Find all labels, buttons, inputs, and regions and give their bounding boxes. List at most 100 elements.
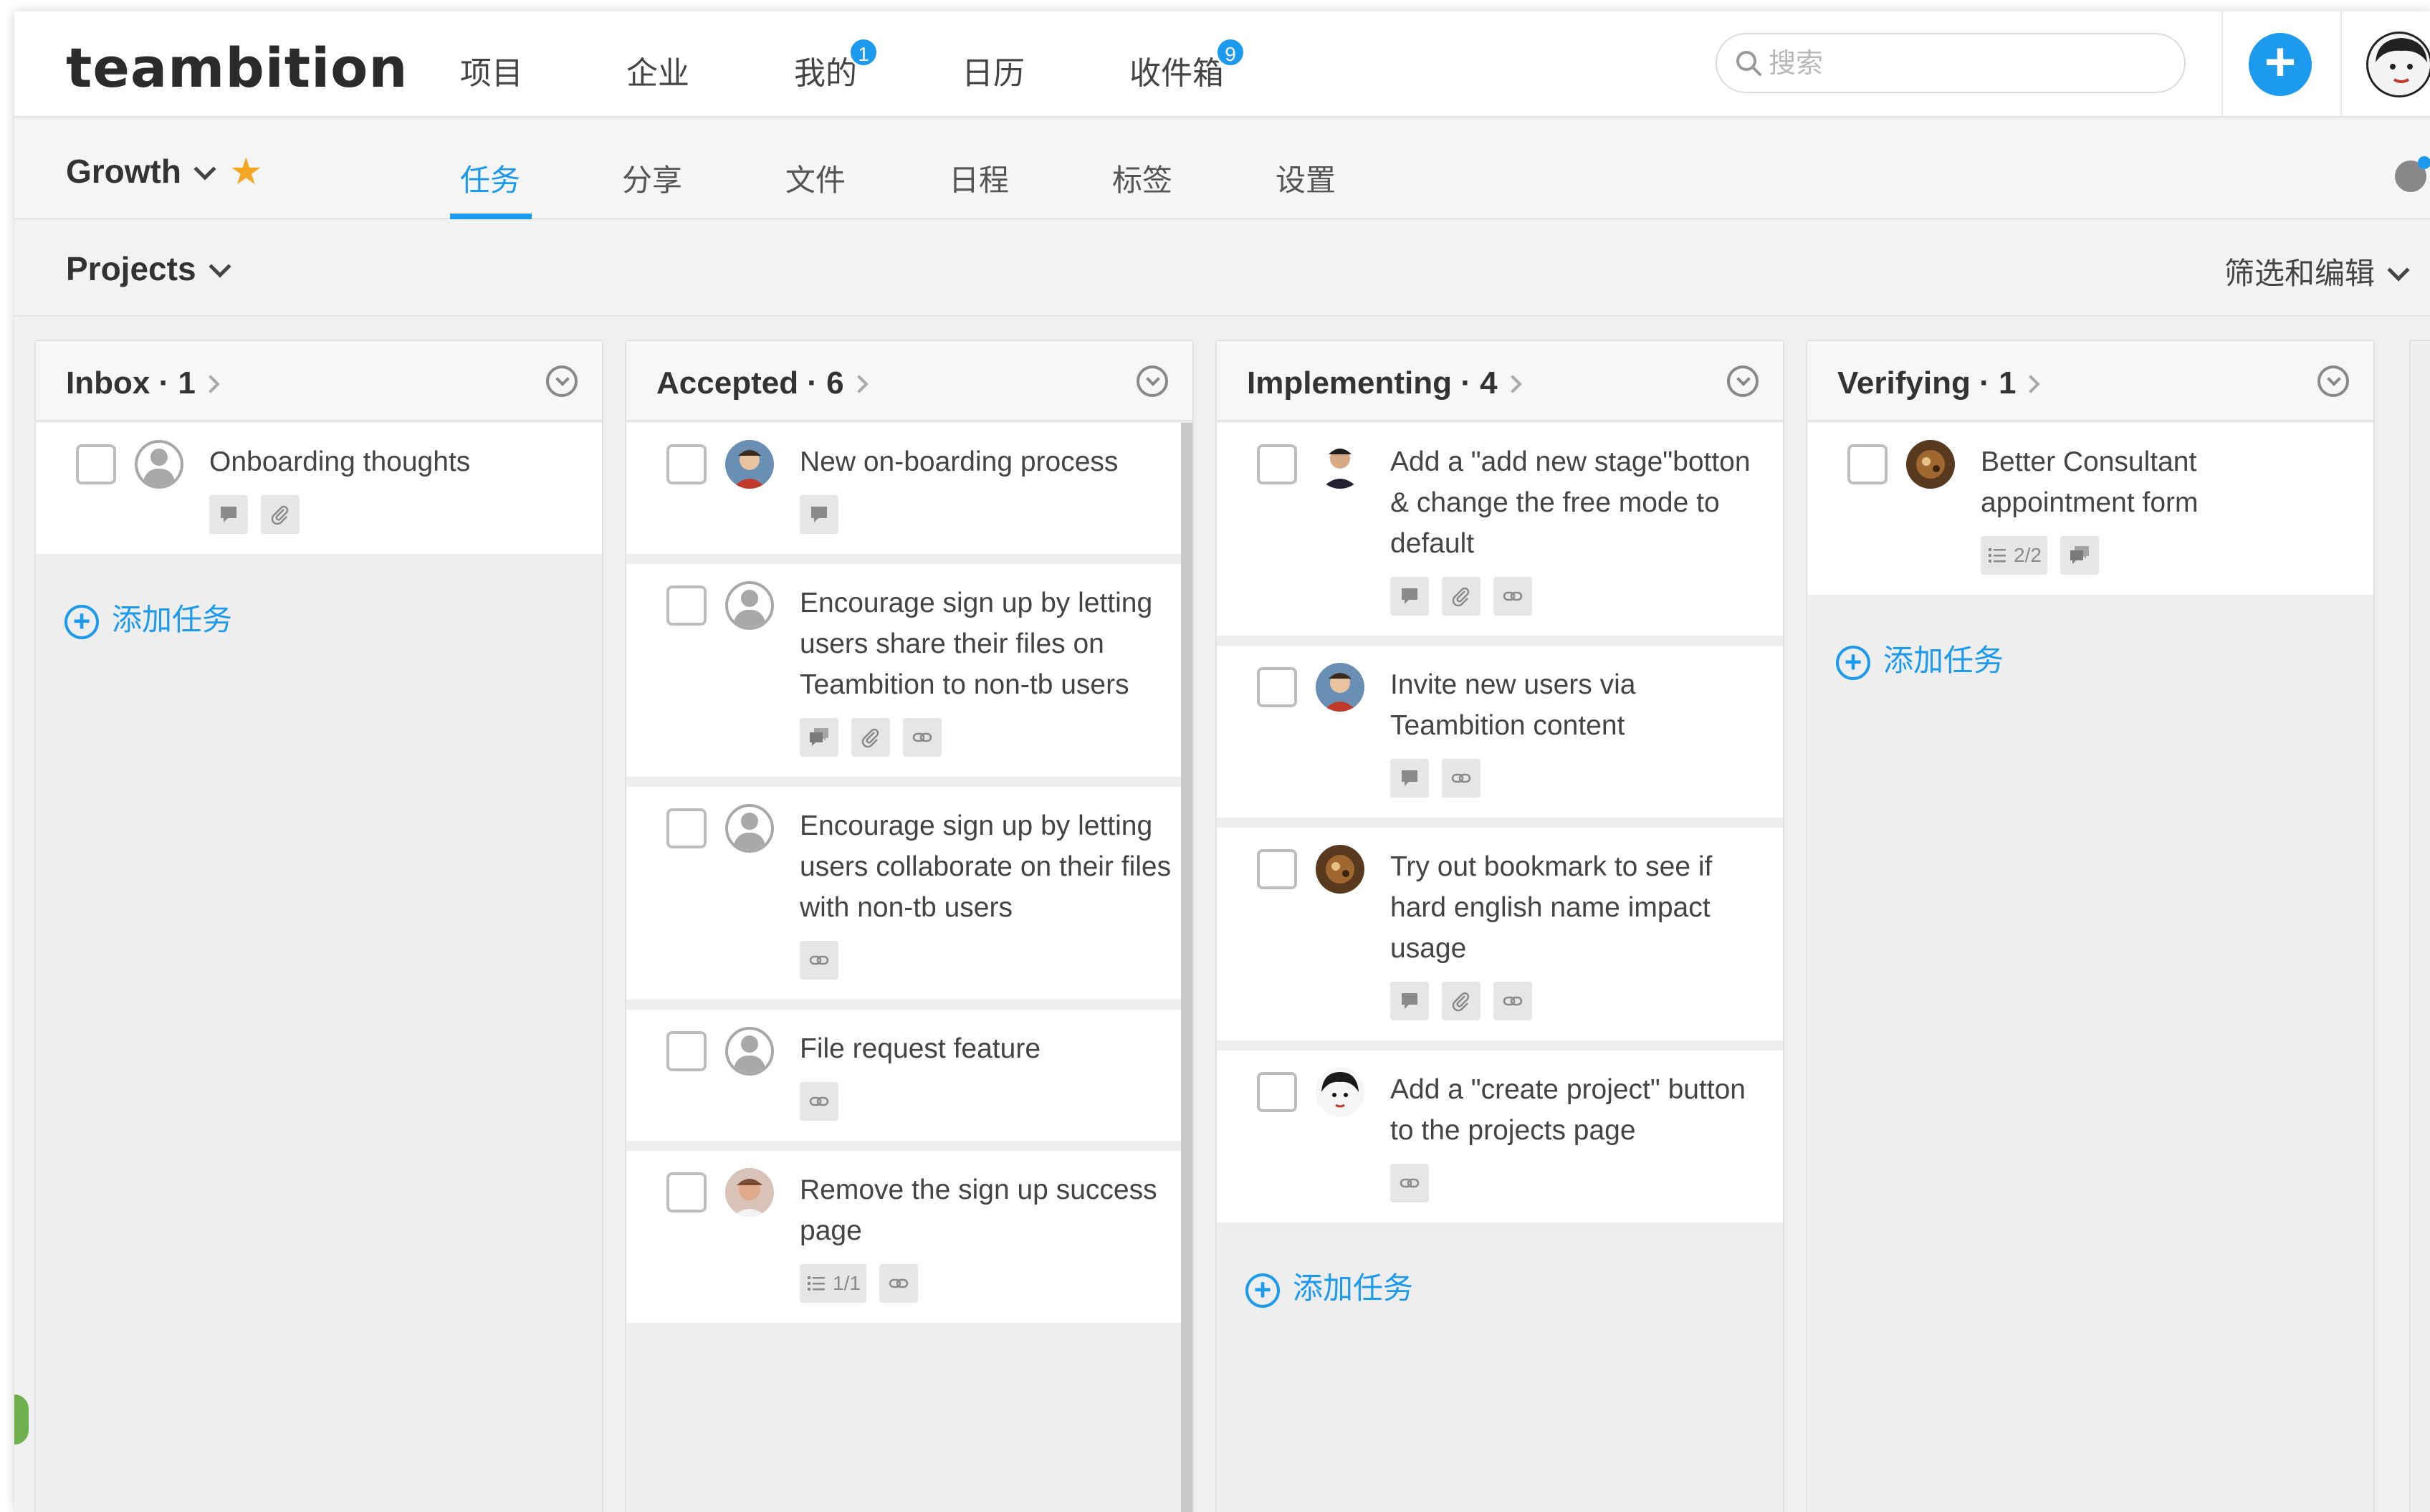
- search-input[interactable]: [1769, 46, 2170, 82]
- assignee-avatar[interactable]: [1316, 663, 1364, 712]
- task-checkbox[interactable]: [76, 444, 116, 484]
- task-card[interactable]: New on-boarding process: [626, 423, 1192, 564]
- task-checkbox[interactable]: [1847, 444, 1888, 484]
- view-switcher[interactable]: Projects: [66, 249, 231, 288]
- default-avatar-icon[interactable]: [725, 581, 774, 630]
- column-header[interactable]: Accepted · 6: [626, 341, 1192, 421]
- default-avatar-icon[interactable]: [725, 1027, 774, 1076]
- task-card[interactable]: Invite new users via Teambition content: [1217, 646, 1783, 828]
- tab-files[interactable]: 文件: [785, 156, 846, 200]
- assignee-avatar[interactable]: [1906, 440, 1955, 489]
- column-header[interactable]: Implementing · 4: [1217, 341, 1783, 421]
- column-menu-icon[interactable]: [2317, 365, 2349, 397]
- card-badges: [1390, 1164, 1766, 1202]
- task-checkbox[interactable]: [1257, 667, 1297, 707]
- nav-mine[interactable]: 我的 1: [794, 37, 879, 93]
- column-menu-icon[interactable]: [1727, 365, 1759, 397]
- column-inbox: Inbox · 1 Onboarding thoughts + 添加任务: [34, 340, 603, 1512]
- task-checkbox[interactable]: [666, 808, 707, 848]
- top-navbar: teambition 项目 企业 我的 1 日历 收件箱 9 +: [14, 11, 2430, 118]
- search-box[interactable]: [1716, 33, 2186, 93]
- attachment-icon: [261, 495, 300, 534]
- link-icon: [1442, 759, 1481, 798]
- add-task-button[interactable]: + 添加任务: [1245, 1264, 1783, 1308]
- column-title[interactable]: Accepted · 6: [656, 365, 869, 401]
- column-header[interactable]: Inbox · 1: [36, 341, 602, 421]
- card-badges: [1390, 759, 1766, 798]
- task-card[interactable]: Better Consultant appointment form 2/2: [1807, 423, 2373, 605]
- task-card[interactable]: Add a "add new stage"botton & change the…: [1217, 423, 1783, 646]
- task-title: Better Consultant appointment form: [1981, 446, 2199, 518]
- nav-enterprise[interactable]: 企业: [626, 47, 689, 93]
- plus-circle-icon: +: [1245, 1273, 1280, 1308]
- task-card[interactable]: Onboarding thoughts: [36, 423, 602, 564]
- assignee-avatar[interactable]: [725, 440, 774, 489]
- task-checkbox[interactable]: [1257, 1072, 1297, 1112]
- user-portrait-icon: [2376, 38, 2427, 83]
- card-list: Better Consultant appointment form 2/2 + 添加…: [1807, 423, 2373, 680]
- task-checkbox[interactable]: [666, 1031, 707, 1071]
- logo[interactable]: teambition: [66, 36, 408, 100]
- tab-settings[interactable]: 设置: [1276, 156, 1336, 200]
- column-accepted: Accepted · 6 New on-boarding process Encou…: [625, 340, 1194, 1512]
- task-title: Invite new users via Teambition content: [1390, 669, 1636, 741]
- comments-icon: [2060, 536, 2099, 575]
- card-badges: [1390, 982, 1766, 1020]
- card-list: Onboarding thoughts + 添加任务: [36, 423, 602, 639]
- nav-projects[interactable]: 项目: [460, 47, 523, 93]
- column-menu-icon[interactable]: [546, 365, 578, 397]
- task-checkbox[interactable]: [666, 585, 707, 626]
- default-avatar-icon[interactable]: [135, 440, 183, 489]
- app-window: teambition 项目 企业 我的 1 日历 收件箱 9 +: [14, 11, 2430, 1512]
- task-checkbox[interactable]: [1257, 849, 1297, 889]
- tab-tasks[interactable]: 任务: [460, 156, 520, 200]
- column-title-text: Verifying · 1: [1837, 365, 2017, 401]
- task-card[interactable]: Encourage sign up by letting users colla…: [626, 787, 1192, 1010]
- filter-label: 筛选和编辑: [2224, 257, 2376, 290]
- filter-edit-button[interactable]: 筛选和编辑: [2224, 249, 2410, 293]
- nav-inbox[interactable]: 收件箱 9: [1129, 37, 1245, 93]
- view-name: Projects: [66, 250, 196, 287]
- task-checkbox[interactable]: [666, 444, 707, 484]
- task-title: Try out bookmark to see if hard english …: [1390, 851, 1713, 964]
- nav-calendar[interactable]: 日历: [962, 47, 1025, 93]
- column-title[interactable]: Implementing · 4: [1247, 365, 1522, 401]
- project-switcher[interactable]: Growth: [66, 152, 216, 191]
- assignee-avatar[interactable]: [725, 1168, 774, 1217]
- tab-share[interactable]: 分享: [622, 156, 682, 200]
- task-card[interactable]: Encourage sign up by letting users share…: [626, 564, 1192, 787]
- create-button[interactable]: +: [2249, 33, 2312, 96]
- checklist-count: 1/1: [833, 1272, 861, 1294]
- task-card[interactable]: Try out bookmark to see if hard english …: [1217, 828, 1783, 1051]
- link-icon: [1493, 577, 1532, 616]
- assignee-avatar[interactable]: [1316, 440, 1364, 489]
- user-avatar[interactable]: [2366, 32, 2430, 97]
- assignee-avatar[interactable]: [1316, 845, 1364, 894]
- card-badges: [1390, 577, 1766, 616]
- tab-schedule[interactable]: 日程: [949, 156, 1009, 200]
- nav-label: 项目: [460, 56, 523, 91]
- task-card[interactable]: Add a "create project" button to the pro…: [1217, 1051, 1783, 1233]
- chevron-down-icon: [2387, 259, 2410, 282]
- task-checkbox[interactable]: [1257, 444, 1297, 484]
- attachment-icon: [1442, 982, 1481, 1020]
- column-menu-icon[interactable]: [1137, 365, 1168, 397]
- star-icon[interactable]: ★: [229, 150, 263, 193]
- nav-label: 我的: [794, 56, 857, 91]
- column-title[interactable]: Verifying · 1: [1837, 365, 2041, 401]
- task-checkbox[interactable]: [666, 1172, 707, 1212]
- task-card[interactable]: Remove the sign up success page 1/1: [626, 1151, 1192, 1333]
- default-avatar-icon[interactable]: [725, 804, 774, 853]
- scrollbar[interactable]: [1181, 423, 1192, 1512]
- column-title[interactable]: Inbox · 1: [66, 365, 220, 401]
- task-title: New on-boarding process: [800, 446, 1119, 477]
- add-task-button[interactable]: + 添加任务: [1836, 636, 2373, 680]
- tab-tags[interactable]: 标签: [1112, 156, 1172, 200]
- comment-icon: [1390, 759, 1429, 798]
- notification-dot: [2418, 156, 2430, 169]
- add-task-button[interactable]: + 添加任务: [64, 595, 602, 639]
- column-header[interactable]: Verifying · 1: [1807, 341, 2373, 421]
- assignee-avatar[interactable]: [1316, 1068, 1364, 1116]
- chevron-right-icon: [849, 375, 869, 393]
- task-card[interactable]: File request feature: [626, 1010, 1192, 1151]
